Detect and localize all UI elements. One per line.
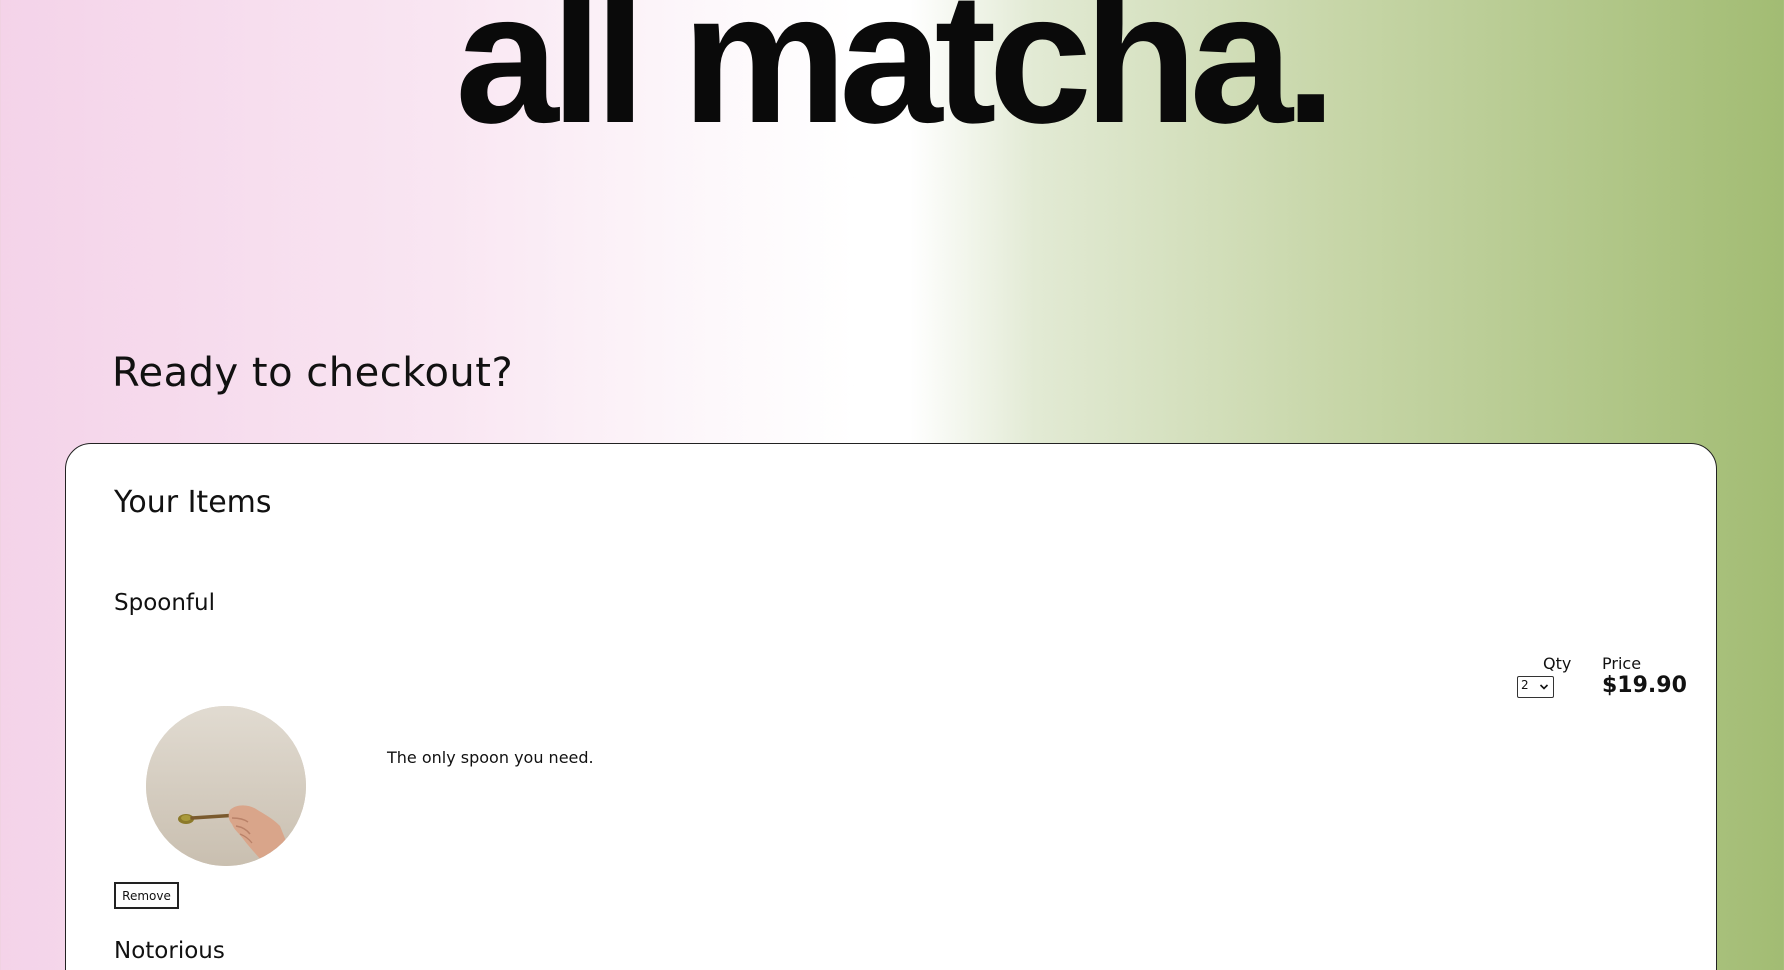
price-label: Price — [1602, 654, 1642, 673]
cart-title: Your Items — [114, 485, 272, 520]
product-description: The only spoon you need. — [387, 748, 594, 767]
product-image — [146, 706, 306, 866]
chevron-down-icon — [1539, 684, 1549, 690]
qty-label: Qty — [1543, 654, 1572, 673]
page-title: Ready to checkout? — [112, 350, 514, 396]
remove-button[interactable]: Remove — [114, 882, 179, 909]
hand-holding-spoon-image — [146, 706, 306, 866]
product-name: Notorious — [114, 938, 225, 964]
brand-logo[interactable]: all matcha. — [0, 0, 1784, 152]
cart-panel: Your Items Spoonful Qty Price 2 $19.90 T… — [65, 443, 1717, 970]
quantity-select[interactable]: 2 — [1517, 676, 1554, 698]
item-price: $19.90 — [1602, 673, 1687, 698]
product-name: Spoonful — [114, 590, 215, 616]
quantity-value: 2 — [1521, 678, 1529, 692]
